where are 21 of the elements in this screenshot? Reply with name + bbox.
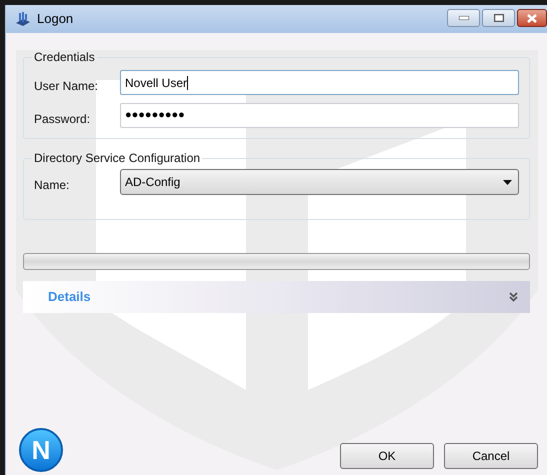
close-button[interactable]: [517, 9, 547, 27]
minimize-icon: [458, 16, 468, 20]
novell-logo: N: [19, 428, 63, 472]
close-icon: [527, 14, 537, 22]
maximize-icon: [494, 14, 504, 22]
double-chevron-down-icon: [509, 292, 518, 302]
user-name-field[interactable]: Novell User: [120, 70, 519, 95]
dialog-button[interactable]: OK: [340, 443, 434, 469]
dropdown-caret-icon: [503, 180, 512, 184]
dialog-button[interactable]: Cancel: [444, 443, 538, 469]
field-label: Password:: [34, 110, 92, 128]
name-dropdown[interactable]: AD-Config: [120, 169, 519, 195]
group-title: Directory Service Configuration: [33, 150, 202, 167]
window-title: Logon: [37, 10, 74, 28]
field-label: Name:: [34, 177, 70, 194]
password-field[interactable]: ●●●●●●●●●: [120, 103, 519, 128]
field-label: User Name:: [34, 78, 100, 94]
group-title: Credentials: [33, 49, 96, 66]
app-icon: [14, 11, 32, 27]
maximize-button[interactable]: [482, 9, 515, 27]
minimize-button[interactable]: [447, 9, 480, 27]
